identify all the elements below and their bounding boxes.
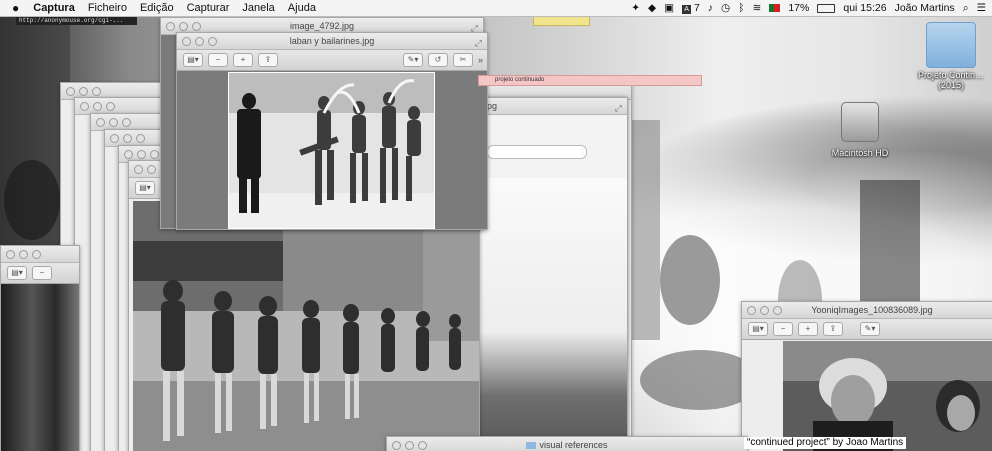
wifi-icon[interactable]: ≋ <box>753 2 762 14</box>
menu-app[interactable]: Captura <box>33 2 75 14</box>
window-icon[interactable]: ▣ <box>664 2 674 14</box>
window-laban[interactable]: laban y bailarines.jpg ⤢ ▤▾ − + ⇪ ✎▾ ↺ ✂ … <box>176 32 488 230</box>
bluetooth-icon[interactable]: ᛒ <box>738 2 744 14</box>
notification-count: 7 <box>693 2 700 14</box>
markup-button[interactable]: ✎▾ <box>860 322 880 336</box>
share-button[interactable]: ⇪ <box>258 53 278 67</box>
url-strip: http://anonymouse.org/cgi-... <box>16 16 137 25</box>
zoom-in-button[interactable]: + <box>798 322 818 336</box>
photo-laban-dancers <box>228 72 435 229</box>
dropbox-icon[interactable]: ◆ <box>648 2 656 14</box>
battery-icon[interactable] <box>817 3 836 13</box>
photo-marching-gymnasts <box>133 201 479 451</box>
zoom-out-button[interactable]: − <box>32 266 52 280</box>
menu-item-edicao[interactable]: Edição <box>140 2 174 14</box>
toolbar-overflow-icon[interactable]: » <box>478 55 483 65</box>
clock-icon[interactable]: ◷ <box>721 2 730 14</box>
hard-drive-icon <box>841 102 879 142</box>
edit-button[interactable]: ✂ <box>452 53 473 67</box>
menu-item-capturar[interactable]: Capturar <box>187 2 230 14</box>
photo-white-grass <box>477 178 627 451</box>
window-yooniq[interactable]: YooniqImages_100836089.jpg ▤▾ − + ⇪ ✎▾ <box>741 301 992 451</box>
desktop-folder[interactable]: Projeto Contin…(2015) <box>918 22 984 97</box>
caption: “continued project” by Joao Martins <box>744 437 907 449</box>
menubar: ● Captura Ficheiro Edição Capturar Janel… <box>0 0 992 17</box>
menu-item-janela[interactable]: Janela <box>242 2 274 14</box>
sidebar-toggle-button[interactable]: ▤▾ <box>748 322 768 336</box>
share-button[interactable]: ⇪ <box>823 322 843 336</box>
window-partial-jpg[interactable]: jpg ⤢ <box>476 97 628 451</box>
markup-button[interactable]: ✎▾ <box>402 53 423 67</box>
window-title: YooniqImages_100836089.jpg <box>811 305 933 315</box>
search-icon[interactable]: ⌕ <box>963 2 969 15</box>
photo-dark-forest <box>1 284 79 451</box>
list-icon[interactable]: ☰ <box>977 2 986 14</box>
flag-icon[interactable] <box>769 4 781 12</box>
fullscreen-icon[interactable]: ⤢ <box>615 100 622 116</box>
desktop-drive[interactable]: Macintosh HD <box>826 100 894 162</box>
desktop-folder-label: Projeto Contin…(2015) <box>917 70 985 90</box>
notification-badge[interactable]: A 7 <box>682 2 700 14</box>
bell-icon[interactable]: ♪ <box>708 2 713 14</box>
desktop-drive-label: Macintosh HD <box>831 148 889 158</box>
folder-icon <box>926 22 976 68</box>
menu-item-ficheiro[interactable]: Ficheiro <box>88 2 127 14</box>
user-name[interactable]: João Martins <box>895 2 955 14</box>
evernote-icon[interactable]: ✦ <box>631 2 640 14</box>
photo-einstein <box>783 341 992 451</box>
zoom-out-button[interactable]: − <box>773 322 793 336</box>
window-left-small[interactable]: ▤▾ − <box>0 245 80 451</box>
window-title: visual references <box>539 440 608 450</box>
search-field[interactable] <box>487 145 587 159</box>
window-title: image_4792.jpg <box>289 21 355 31</box>
window-finder[interactable]: visual references <box>386 436 748 451</box>
clock-text[interactable]: qui 15:26 <box>843 2 886 14</box>
highlight-label: projeto continuado <box>478 75 702 86</box>
yellow-note-strip <box>533 16 590 26</box>
adobe-icon: A <box>682 5 692 14</box>
window-title: laban y bailarines.jpg <box>289 36 375 46</box>
fullscreen-icon[interactable]: ⤢ <box>475 35 482 51</box>
battery-percent[interactable]: 17% <box>788 2 809 14</box>
folder-icon <box>526 442 537 450</box>
desktop-background: jpg ⤢ ▤▾ − ▤▾ image_4792.jpg ⤢ laban y b… <box>0 0 992 451</box>
apple-icon[interactable]: ● <box>12 1 19 15</box>
sidebar-toggle-button[interactable]: ▤▾ <box>135 181 155 195</box>
sidebar-toggle-button[interactable]: ▤▾ <box>183 53 203 67</box>
zoom-in-button[interactable]: + <box>233 53 253 67</box>
menu-item-ajuda[interactable]: Ajuda <box>288 2 316 14</box>
sidebar-toggle-button[interactable]: ▤▾ <box>7 266 27 280</box>
zoom-out-button[interactable]: − <box>208 53 228 67</box>
rotate-button[interactable]: ↺ <box>427 53 448 67</box>
